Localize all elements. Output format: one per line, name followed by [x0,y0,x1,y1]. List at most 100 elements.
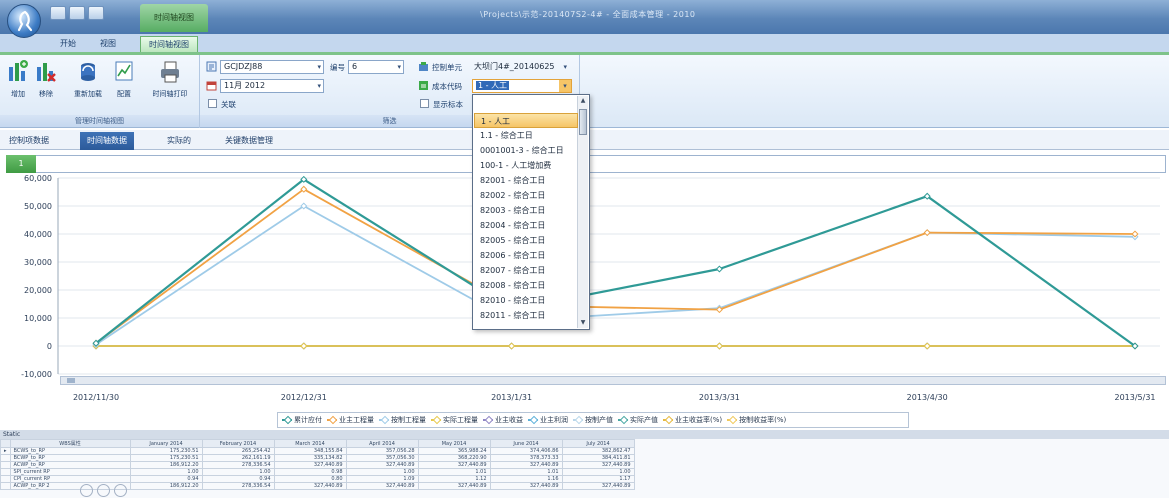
grid-column-header[interactable]: WBS属性 [9,439,131,448]
table-cell: 327,440.89 [489,461,563,469]
table-row[interactable]: ACWP_to_RP 186,912.20 278,336.54 327,440.89… [0,461,635,469]
tab-control-data[interactable]: 控制项数据 [2,132,56,150]
calendar-icon [206,81,217,91]
remove-button[interactable]: 移除 [34,59,58,99]
dropdown-item[interactable]: 1 - 人工 [474,113,578,128]
grid-column-header[interactable]: March 2014 [273,439,347,448]
undo-icon[interactable] [88,6,104,20]
y-tick-label: 30,000 [24,258,52,267]
grid-column-header[interactable]: April 2014 [345,439,419,448]
table-row[interactable]: BCWP_to_RP 175,230.51 262,161.19 335,134.82… [0,454,635,462]
project-combo[interactable]: GCJDZJ88 ▾ [220,60,324,74]
legend-item[interactable]: 实际工程量 [431,415,478,425]
legend-label: 业主工程量 [339,416,374,424]
legend-item[interactable]: 业主收益 [483,415,523,425]
y-tick-label: 60,000 [24,174,52,183]
dropdown-item[interactable]: 82008 - 综合工日 [474,278,578,293]
dropdown-item[interactable]: 82003 - 综合工日 [474,203,578,218]
dropdown-scrollbar[interactable]: ▲ ▼ [577,96,588,328]
tab-key-data[interactable]: 关键数据管理 [218,132,280,150]
table-cell: 357,056.30 [345,454,419,462]
row-selector-icon[interactable] [0,482,11,490]
cost-code-dropdown-list[interactable]: ▲ ▼ 1 - 人工 1.1 - 综合工日 0001001-3 - 综合工日 100-… [472,94,590,330]
dropdown-item[interactable]: 82007 - 综合工日 [474,263,578,278]
context-tab-title: 时间轴视图 [140,4,208,32]
grid-column-header[interactable]: May 2014 [417,439,491,448]
timeline-print-button[interactable]: 时间轴打印 [153,59,188,99]
legend-item[interactable]: 业主收益率(%) [663,415,722,425]
scroll-up-icon[interactable]: ▲ [578,96,588,106]
nav-next-icon[interactable] [97,484,110,497]
dropdown-item[interactable]: 0001001-3 - 综合工日 [474,143,578,158]
reload-icon [81,63,95,81]
cost-code-combo[interactable]: 1 - 人工 ▾ [472,79,572,93]
save-icon[interactable] [50,6,66,20]
number-label: 编号 [330,63,345,72]
tab-view[interactable]: 视图 [92,36,124,52]
y-tick-label: 0 [47,342,52,351]
tab-timeline-view[interactable]: 时间轴视图 [140,36,198,52]
row-selector-icon[interactable]: ▸ [0,447,11,455]
legend-item[interactable]: 累计应付 [282,415,322,425]
scrollbar-thumb[interactable] [67,378,75,383]
nav-prev-icon[interactable] [80,484,93,497]
date-combo[interactable]: 11月 2012 ▾ [220,79,324,93]
legend-item[interactable]: 按制收益率(%) [727,415,786,425]
add-button[interactable]: 增加 [6,59,30,99]
chart-legend: 累计应付 业主工程量 按制工程量 实际工程量 业主收益 业主利润 按制产值 实际产值 业主收益率… [277,412,909,428]
table-cell: 374,406.86 [489,447,563,455]
legend-item[interactable]: 实际产值 [618,415,658,425]
legend-item[interactable]: 业主工程量 [327,415,374,425]
grid-column-header[interactable]: July 2014 [561,439,635,448]
dropdown-item[interactable]: 82001 - 综合工日 [474,173,578,188]
number-combo[interactable]: 6 ▾ [348,60,404,74]
legend-item[interactable]: 按制工程量 [379,415,426,425]
legend-item[interactable]: 业主利润 [528,415,568,425]
grid-column-header[interactable]: June 2014 [489,439,563,448]
dropdown-scroll-thumb[interactable] [579,109,587,135]
table-cell: 186,912.20 [129,461,203,469]
dropdown-item[interactable]: 82004 - 综合工日 [474,218,578,233]
dropdown-item[interactable]: 100-1 - 人工增加费 [474,158,578,173]
table-cell: 262,161.19 [201,454,275,462]
tab-actual[interactable]: 实际的 [160,132,198,150]
x-tick-label: 2013/5/31 [1114,393,1155,402]
link-checkbox[interactable] [208,99,217,108]
dropdown-item[interactable]: 82010 - 综合工日 [474,293,578,308]
row-selector-icon[interactable] [0,468,11,476]
x-tick-label: 2013/4/30 [907,393,948,402]
control-unit-combo[interactable]: 大坝门4#_20140625 ▾ [470,60,570,74]
dropdown-item[interactable]: 82005 - 综合工日 [474,233,578,248]
dropdown-item[interactable]: 82002 - 综合工日 [474,188,578,203]
reload-label: 重新加载 [74,90,102,98]
chart-horizontal-scrollbar[interactable] [60,376,1166,385]
table-row[interactable]: SPI_current RP 1.00 1.00 0.98 1.00 1.01 1.01 1.… [0,468,635,476]
window-title: \Projects\示范-201407S2-4# - 全面成本管理 - 2010 [480,10,696,19]
row-selector-icon[interactable] [0,461,11,469]
delete-icon[interactable] [69,6,85,20]
table-cell: 186,912.20 [129,482,203,490]
table-row[interactable]: CPI_current RP 0.94 0.94 0.80 1.09 1.12 1.16 1.… [0,475,635,483]
legend-swatch-icon [528,417,538,423]
table-row[interactable]: ▸ BCWS_to_RP 175,230.51 265,254.42 348,155.8… [0,447,635,455]
row-selector-icon[interactable] [0,475,11,483]
tab-home[interactable]: 开始 [52,36,84,52]
table-cell: 175,230.51 [129,454,203,462]
dropdown-item[interactable]: 82011 - 综合工日 [474,308,578,323]
grid-column-header[interactable]: February 2014 [201,439,275,448]
application-menu-button[interactable] [7,4,41,38]
show-sample-checkbox[interactable] [420,99,429,108]
nav-more-icon[interactable] [114,484,127,497]
tab-timeline-data[interactable]: 时间轴数据 [80,132,134,150]
configure-button[interactable]: 配置 [112,59,136,99]
legend-swatch-icon [727,417,738,423]
table-cell: 348,155.84 [273,447,347,455]
grid-column-header[interactable]: January 2014 [129,439,203,448]
dropdown-item[interactable]: 1.1 - 综合工日 [474,128,578,143]
row-selector-icon[interactable] [0,454,11,462]
dropdown-item[interactable]: 82006 - 综合工日 [474,248,578,263]
reload-button[interactable]: 重新加载 [74,59,102,99]
scroll-down-icon[interactable]: ▼ [578,318,588,328]
legend-item[interactable]: 按制产值 [573,415,613,425]
chevron-down-icon: ▾ [397,63,401,71]
